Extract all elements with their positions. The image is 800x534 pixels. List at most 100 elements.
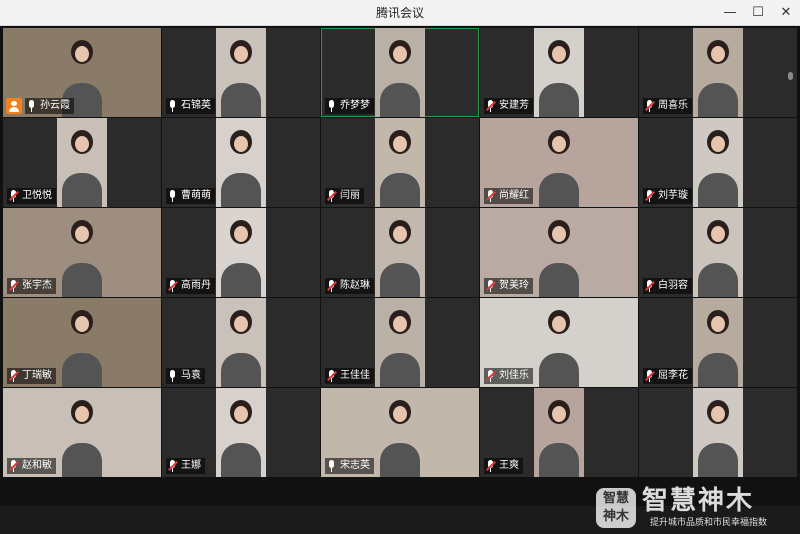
mic-muted-icon	[9, 370, 19, 382]
mute-slash	[486, 281, 496, 291]
participant-tile[interactable]: 石锦英	[162, 28, 320, 117]
participant-tile[interactable]: 马袁	[162, 298, 320, 387]
participant-tile[interactable]: 贺美玲	[480, 208, 638, 297]
close-button[interactable]: ✕	[772, 0, 800, 26]
participant-video	[57, 118, 107, 207]
maximize-button[interactable]: ☐	[744, 0, 772, 26]
participant-label: 贺美玲	[484, 278, 533, 294]
participant-name: 闫丽	[340, 190, 360, 201]
participant-name: 周喜乐	[658, 100, 688, 111]
participant-tile[interactable]: 闫丽	[321, 118, 479, 207]
participant-silhouette-body	[539, 263, 579, 297]
participant-silhouette-face	[552, 46, 566, 62]
mic-muted-icon	[9, 190, 19, 202]
mic-muted-icon	[9, 280, 19, 292]
participant-name: 刘佳乐	[499, 370, 529, 381]
participant-video	[375, 298, 425, 387]
participant-silhouette-face	[75, 406, 89, 422]
participant-silhouette-body	[698, 173, 738, 207]
mute-slash	[327, 371, 337, 381]
participant-name: 高雨丹	[181, 280, 211, 291]
participant-tile[interactable]: 宋志英	[321, 388, 479, 477]
participant-video	[693, 388, 743, 477]
logo-text: 智慧	[602, 491, 629, 506]
microphone-icon	[168, 100, 177, 112]
mic-muted-icon	[327, 280, 337, 292]
participant-silhouette-body	[221, 83, 261, 117]
participant-silhouette-body	[221, 443, 261, 477]
participant-silhouette-face	[75, 226, 89, 242]
participant-silhouette-body	[539, 443, 579, 477]
participant-video	[375, 118, 425, 207]
participant-label: 宋志英	[325, 458, 374, 474]
participant-label: 刘佳乐	[484, 368, 533, 384]
participant-label: 白羽容	[643, 278, 692, 294]
participant-tile[interactable]: 屈李花	[639, 298, 797, 387]
participant-video	[375, 28, 425, 117]
participant-video	[693, 298, 743, 387]
participant-tile[interactable]: 曹萌萌	[162, 118, 320, 207]
participant-tile[interactable]: 陈赵琳	[321, 208, 479, 297]
mute-slash	[486, 371, 496, 381]
participant-silhouette-face	[75, 136, 89, 152]
participant-tile[interactable]: 高雨丹	[162, 208, 320, 297]
participant-tile[interactable]: 乔梦梦	[321, 28, 479, 117]
microphone-icon	[787, 72, 794, 83]
mute-slash	[486, 101, 496, 111]
participant-silhouette-body	[698, 83, 738, 117]
mic-muted-icon	[486, 370, 496, 382]
mic-muted-icon	[168, 280, 178, 292]
participant-tile[interactable]: 张宇杰	[3, 208, 161, 297]
logo-text: 神木	[602, 509, 629, 524]
participant-name: 宋志英	[340, 460, 370, 471]
participant-tile[interactable]: 周喜乐	[639, 28, 797, 117]
participant-label: 马袁	[166, 368, 205, 384]
participant-silhouette-body	[221, 173, 261, 207]
participant-silhouette-face	[552, 406, 566, 422]
participant-tile[interactable]: 刘芋璇	[639, 118, 797, 207]
participant-silhouette-face	[234, 316, 248, 332]
participant-tile[interactable]: 刘佳乐	[480, 298, 638, 387]
participant-label: 乔梦梦	[325, 98, 374, 114]
participant-tile[interactable]: 卫悦悦	[3, 118, 161, 207]
participant-video	[216, 388, 266, 477]
participant-tile[interactable]: 安建芳	[480, 28, 638, 117]
watermark: 智慧 神木 智慧神木 提升城市品质和市民幸福指数	[596, 486, 796, 532]
participant-label: 屈李花	[643, 368, 692, 384]
microphone-icon	[168, 190, 177, 202]
participant-tile[interactable]: 白羽容	[639, 208, 797, 297]
participant-label: 赵和敏	[7, 458, 56, 474]
participant-tile[interactable]: 王爽	[480, 388, 638, 477]
participant-name: 孙云霞	[40, 100, 70, 111]
mute-slash	[645, 281, 655, 291]
participant-name: 卫悦悦	[22, 190, 52, 201]
participant-label: 刘芋璇	[643, 188, 692, 204]
participant-silhouette-face	[711, 406, 725, 422]
participant-tile[interactable]: 王佳佳	[321, 298, 479, 387]
participant-tile[interactable]: 尚耀红	[480, 118, 638, 207]
participant-silhouette-body	[380, 353, 420, 387]
participant-silhouette-face	[393, 226, 407, 242]
minimize-button[interactable]: —	[716, 0, 744, 26]
participant-label: 王爽	[484, 458, 523, 474]
mute-slash	[645, 191, 655, 201]
participant-tile[interactable]	[639, 388, 797, 477]
mic-muted-icon	[486, 460, 496, 472]
participant-label: 陈赵琳	[325, 278, 374, 294]
participant-tile[interactable]: 丁瑞敏	[3, 298, 161, 387]
participant-silhouette-face	[75, 46, 89, 62]
participant-silhouette-face	[234, 46, 248, 62]
participant-silhouette-body	[380, 443, 420, 477]
participant-label: 高雨丹	[166, 278, 215, 294]
participant-silhouette-body	[62, 263, 102, 297]
microphone-icon	[27, 100, 36, 112]
participant-name: 马袁	[181, 370, 201, 381]
participant-tile[interactable]: 孙云霞	[3, 28, 161, 117]
participant-video	[693, 28, 743, 117]
participant-tile[interactable]: 王娜	[162, 388, 320, 477]
participant-video	[375, 208, 425, 297]
mute-slash	[327, 281, 337, 291]
mute-slash	[9, 191, 19, 201]
participant-label: 孙云霞	[25, 98, 74, 114]
participant-tile[interactable]: 赵和敏	[3, 388, 161, 477]
